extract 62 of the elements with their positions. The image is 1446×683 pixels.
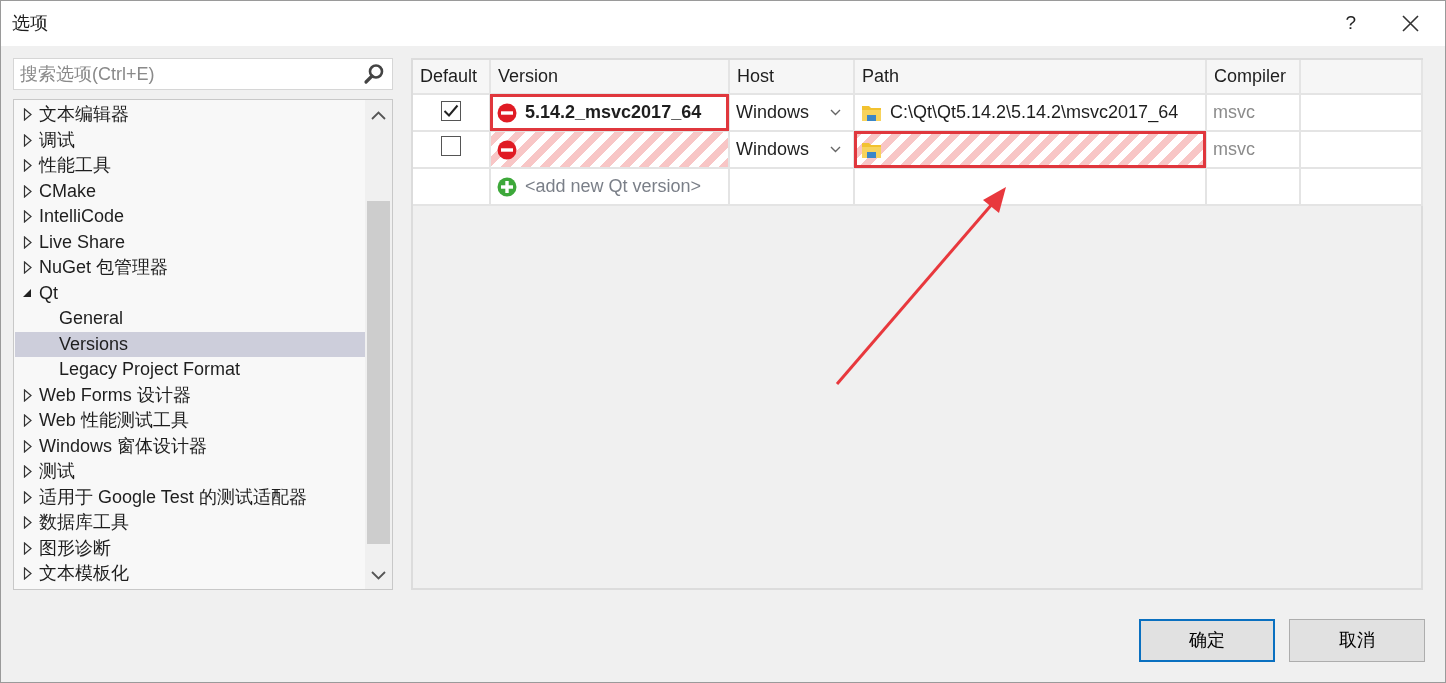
close-icon[interactable] [1402, 15, 1419, 32]
remove-icon[interactable] [497, 139, 517, 160]
chevron-down-icon[interactable] [830, 109, 841, 116]
column-header[interactable]: Host [737, 66, 774, 86]
window-title: 选项 [11, 12, 48, 35]
help-button[interactable]: ? [1345, 9, 1356, 38]
ok-button[interactable]: 确定 [1139, 619, 1275, 662]
tree-item[interactable]: 调试 [39, 127, 75, 153]
expand-icon[interactable] [22, 261, 32, 275]
scrollbar[interactable] [365, 100, 392, 589]
expand-icon[interactable] [22, 388, 32, 402]
tree-item[interactable]: 数据库工具 [39, 510, 129, 536]
tree-item[interactable]: General [15, 306, 365, 332]
folder-icon[interactable] [861, 140, 882, 159]
tree-item[interactable]: Qt [39, 280, 58, 306]
expand-icon[interactable] [22, 184, 32, 198]
tree-item[interactable]: IntelliCode [39, 204, 125, 230]
search-field[interactable]: 搜索选项(Ctrl+E) [13, 58, 393, 90]
compiler-text: msvc [1213, 139, 1255, 159]
search-icon[interactable] [363, 63, 385, 85]
scroll-up-icon[interactable] [371, 111, 386, 120]
tree-item[interactable]: Legacy Project Format [15, 357, 365, 383]
tree-item[interactable]: NuGet 包管理器 [39, 255, 169, 281]
expand-icon[interactable] [22, 439, 32, 453]
tree-item[interactable]: Web 性能测试工具 [39, 408, 189, 434]
checkbox[interactable] [441, 135, 461, 156]
tree-item[interactable]: 性能工具 [39, 153, 111, 179]
tree-item[interactable]: Web Forms 设计器 [39, 382, 191, 408]
column-header[interactable]: Path [862, 66, 900, 86]
expand-icon[interactable] [22, 159, 32, 173]
cancel-button[interactable]: 取消 [1289, 619, 1425, 662]
tree-item[interactable]: 文本模板化 [39, 561, 129, 587]
column-header[interactable]: Version [498, 66, 559, 86]
expand-icon[interactable] [22, 210, 32, 224]
tree-item[interactable]: CMake [39, 178, 96, 204]
expand-icon[interactable] [22, 465, 32, 479]
expand-icon[interactable] [22, 567, 32, 581]
version-name: 5.14.2_msvc2017_64 [525, 101, 702, 124]
expand-icon[interactable] [22, 108, 32, 122]
expand-icon[interactable] [22, 133, 32, 147]
tree-item[interactable]: Live Share [39, 229, 126, 255]
tree-item[interactable]: 测试 [39, 459, 75, 485]
expand-icon[interactable] [22, 541, 32, 555]
remove-icon[interactable] [497, 102, 517, 123]
compiler-text: msvc [1213, 102, 1255, 122]
tree-item[interactable]: Windows 窗体设计器 [39, 433, 208, 459]
tree-item[interactable]: Versions [15, 331, 365, 357]
checkbox[interactable] [441, 101, 461, 121]
tree-item[interactable]: 图形诊断 [39, 535, 111, 561]
chevron-down-icon[interactable] [830, 146, 841, 153]
scroll-thumb[interactable] [367, 201, 390, 544]
tree-item[interactable]: 文本编辑器 [39, 102, 129, 128]
tree-item[interactable]: 适用于 Google Test 的测试适配器 [39, 484, 307, 510]
add-icon[interactable] [497, 176, 517, 197]
expand-icon[interactable] [22, 490, 32, 504]
path-text: C:\Qt\Qt5.14.2\5.14.2\msvc2017_64 [890, 101, 1179, 125]
folder-icon[interactable] [861, 103, 882, 122]
expanded-icon[interactable] [22, 288, 32, 299]
expand-icon[interactable] [22, 235, 32, 249]
expand-icon[interactable] [22, 414, 32, 428]
scroll-down-icon[interactable] [371, 571, 386, 580]
expand-icon[interactable] [22, 516, 32, 530]
